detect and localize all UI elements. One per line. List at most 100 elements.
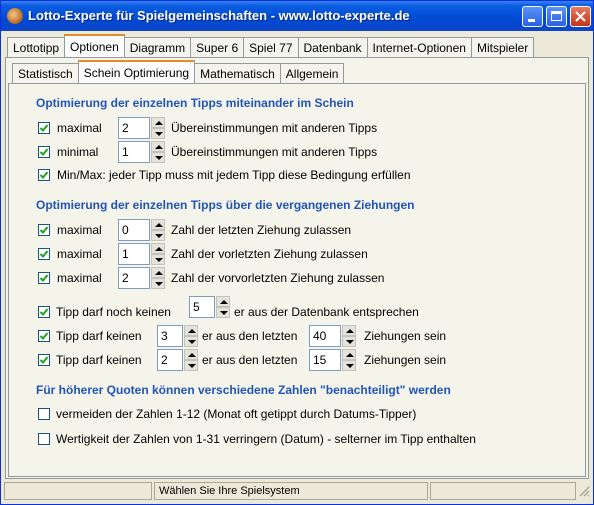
label-maximal-vorvorletzte: maximal: [57, 271, 102, 285]
label-uebereinstimmungen-1: Übereinstimmungen mit anderen Tipps: [171, 121, 378, 135]
spinner-value[interactable]: 0: [118, 219, 150, 241]
checkbox-min-max-bedingung[interactable]: [38, 169, 50, 181]
close-icon: [575, 11, 586, 22]
label-tipp-darf-keinen-1: Tipp darf keinen: [56, 329, 142, 343]
spin-up-button[interactable]: [151, 243, 165, 254]
spinner-value[interactable]: 2: [118, 117, 150, 139]
spinner-value[interactable]: 15: [309, 349, 341, 371]
checkbox-vorletzte-ziehung[interactable]: [38, 248, 50, 260]
label-tipp-darf-noch-keinen: Tipp darf noch keinen: [56, 305, 171, 319]
checkbox-letzte-ziehung[interactable]: [38, 224, 50, 236]
tab-datenbank[interactable]: Datenbank: [297, 37, 368, 57]
status-bar: Wählen Sie Ihre Spielsystem: [4, 482, 590, 502]
checkbox-vorvorletzte-ziehung[interactable]: [38, 272, 50, 284]
arrow-down-icon: [220, 311, 228, 315]
spin-down-button[interactable]: [342, 360, 356, 371]
checkmark-icon: [39, 250, 49, 258]
arrow-up-icon: [188, 353, 196, 357]
tab-lottotipp[interactable]: Lottotipp: [7, 37, 66, 57]
checkbox-datenbank[interactable]: [38, 306, 50, 318]
tab-super6[interactable]: Super 6: [190, 37, 245, 57]
spin-down-button[interactable]: [184, 360, 198, 371]
spin-down-button[interactable]: [151, 152, 165, 163]
spin-up-button[interactable]: [342, 349, 356, 360]
spinner-value[interactable]: 5: [189, 296, 215, 318]
tab-allgemein[interactable]: Allgemein: [279, 63, 345, 83]
title-bar[interactable]: Lotto-Experte für Spielgemeinschaften - …: [1, 1, 593, 31]
tab-spiel77[interactable]: Spiel 77: [243, 37, 299, 57]
arrow-up-icon: [220, 300, 228, 304]
app-logo-icon: [7, 8, 23, 24]
label-er-aus-den-letzten-1: er aus den letzten: [202, 329, 298, 343]
checkbox-letzte-15[interactable]: [38, 354, 50, 366]
tab-optionen[interactable]: Optionen: [64, 34, 125, 57]
spinner-value[interactable]: 2: [118, 267, 150, 289]
label-maximal-letzte: maximal: [57, 223, 102, 237]
spin-down-button[interactable]: [151, 254, 165, 265]
checkbox-maximal-uebereinstimmungen[interactable]: [38, 122, 50, 134]
label-ziehungen-sein-1: Ziehungen sein: [364, 329, 447, 343]
arrow-up-icon: [346, 329, 354, 333]
spin-up-button[interactable]: [184, 349, 198, 360]
spin-up-button[interactable]: [151, 219, 165, 230]
arrow-up-icon: [155, 271, 163, 275]
spin-up-button[interactable]: [151, 141, 165, 152]
spinner-value[interactable]: 3: [157, 325, 183, 347]
spinner-value[interactable]: 2: [157, 349, 183, 371]
checkbox-vermeiden-1-12[interactable]: [38, 408, 50, 420]
arrow-down-icon: [155, 132, 163, 136]
arrow-up-icon: [155, 121, 163, 125]
resize-grip-icon[interactable]: [578, 485, 590, 497]
minimize-icon: [528, 19, 535, 22]
app-window: Lotto-Experte für Spielgemeinschaften - …: [0, 0, 594, 505]
spinner-value[interactable]: 1: [118, 243, 150, 265]
spinner-value[interactable]: 1: [118, 141, 150, 163]
section-heading-ziehungen: Optimierung der einzelnen Tipps über die…: [36, 198, 415, 212]
tab-mitspieler[interactable]: Mitspieler: [470, 37, 535, 57]
arrow-down-icon: [188, 340, 196, 344]
checkbox-letzte-40[interactable]: [38, 330, 50, 342]
arrow-down-icon: [155, 258, 163, 262]
tab-statistisch[interactable]: Statistisch: [12, 63, 79, 83]
maximize-button[interactable]: [546, 6, 567, 27]
label-uebereinstimmungen-2: Übereinstimmungen mit anderen Tipps: [171, 145, 378, 159]
minimize-button[interactable]: [522, 6, 543, 27]
label-minimal: minimal: [57, 145, 99, 159]
label-vorletzte-ziehung: Zahl der vorletzten Ziehung zulassen: [171, 247, 368, 261]
label-ziehungen-sein-2: Ziehungen sein: [364, 353, 447, 367]
tab-internet-optionen[interactable]: Internet-Optionen: [366, 37, 472, 57]
tab-mathematisch[interactable]: Mathematisch: [194, 63, 281, 83]
spin-up-button[interactable]: [151, 117, 165, 128]
checkbox-minimal-uebereinstimmungen[interactable]: [38, 146, 50, 158]
spin-down-button[interactable]: [216, 307, 230, 318]
arrow-up-icon: [346, 353, 354, 357]
spin-down-button[interactable]: [151, 128, 165, 139]
checkmark-icon: [39, 226, 49, 234]
label-datenbank-entsprechen: er aus der Datenbank entsprechen: [234, 305, 419, 319]
arrow-down-icon: [155, 282, 163, 286]
spin-down-button[interactable]: [184, 336, 198, 347]
tab-diagramm[interactable]: Diagramm: [123, 37, 192, 57]
spin-up-button[interactable]: [216, 296, 230, 307]
section-heading-quoten: Für höherer Quoten können verschiedene Z…: [36, 383, 451, 397]
checkmark-icon: [39, 332, 49, 340]
optionen-panel: Statistisch Schein Optimierung Mathemati…: [5, 57, 589, 479]
spin-down-button[interactable]: [151, 230, 165, 241]
spin-up-button[interactable]: [342, 325, 356, 336]
label-vorvorletzte-ziehung: Zahl der vorvorletzten Ziehung zulassen: [171, 271, 385, 285]
close-button[interactable]: [570, 6, 591, 27]
label-tipp-darf-keinen-2: Tipp darf keinen: [56, 353, 142, 367]
spin-down-button[interactable]: [342, 336, 356, 347]
spin-up-button[interactable]: [151, 267, 165, 278]
label-maximal-vorletzte: maximal: [57, 247, 102, 261]
checkmark-icon: [39, 308, 49, 316]
checkbox-wertigkeit-1-31[interactable]: [38, 433, 50, 445]
spin-down-button[interactable]: [151, 278, 165, 289]
spin-up-button[interactable]: [184, 325, 198, 336]
window-title: Lotto-Experte für Spielgemeinschaften - …: [28, 8, 410, 23]
checkmark-icon: [39, 274, 49, 282]
checkmark-icon: [39, 356, 49, 364]
spinner-value[interactable]: 40: [309, 325, 341, 347]
tab-schein-optimierung[interactable]: Schein Optimierung: [77, 60, 196, 83]
section-heading-schein: Optimierung der einzelnen Tipps miteinan…: [36, 96, 354, 110]
